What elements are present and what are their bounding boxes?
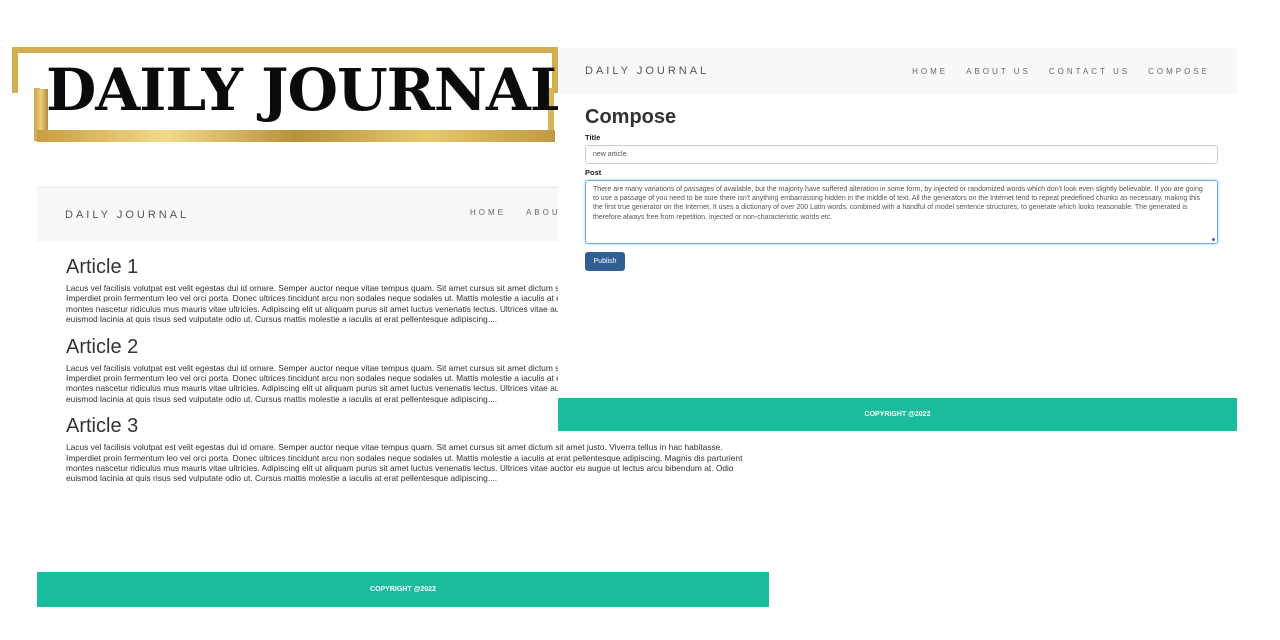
navbar-brand[interactable]: DAILY JOURNAL	[585, 65, 709, 77]
home-footer: COPYRIGHT @2022	[37, 572, 769, 607]
home-nav-links: HOME ABOUT	[470, 208, 569, 217]
title-label: Title	[585, 133, 601, 142]
title-input[interactable]: new article	[585, 145, 1218, 164]
logo-gold-strip-bottom	[37, 130, 555, 142]
compose-nav-links: HOME ABOUT US CONTACT US COMPOSE	[912, 67, 1210, 76]
nav-about-link[interactable]: ABOUT US	[966, 67, 1031, 76]
footer-copyright: COPYRIGHT @2022	[864, 411, 931, 418]
logo-text: DAILY JOURNAL	[46, 56, 571, 124]
compose-page-panel: DAILY JOURNAL HOME ABOUT US CONTACT US C…	[558, 48, 1237, 431]
nav-compose-link[interactable]: COMPOSE	[1148, 67, 1210, 76]
post-label: Post	[585, 168, 602, 177]
navbar-brand[interactable]: DAILY JOURNAL	[65, 209, 189, 221]
compose-form: Compose Title new article Post There are…	[585, 105, 1218, 271]
article-body: Lacus vel facilisis volutpat est velit e…	[66, 442, 743, 484]
post-textarea[interactable]: There are many variations of passages of…	[585, 180, 1218, 244]
nav-contact-link[interactable]: CONTACT US	[1049, 67, 1130, 76]
resize-handle-icon[interactable]	[1212, 238, 1215, 241]
page-title: Compose	[585, 106, 677, 128]
publish-button[interactable]: Publish	[585, 252, 625, 271]
nav-home-link[interactable]: HOME	[470, 208, 506, 217]
post-text: There are many variations of passages of…	[593, 186, 1203, 221]
compose-footer: COPYRIGHT @2022	[558, 398, 1237, 431]
footer-copyright: COPYRIGHT @2022	[370, 586, 436, 593]
compose-navbar: DAILY JOURNAL HOME ABOUT US CONTACT US C…	[558, 48, 1237, 94]
nav-home-link[interactable]: HOME	[912, 67, 948, 76]
logo-banner: DAILY JOURNAL	[0, 0, 580, 160]
